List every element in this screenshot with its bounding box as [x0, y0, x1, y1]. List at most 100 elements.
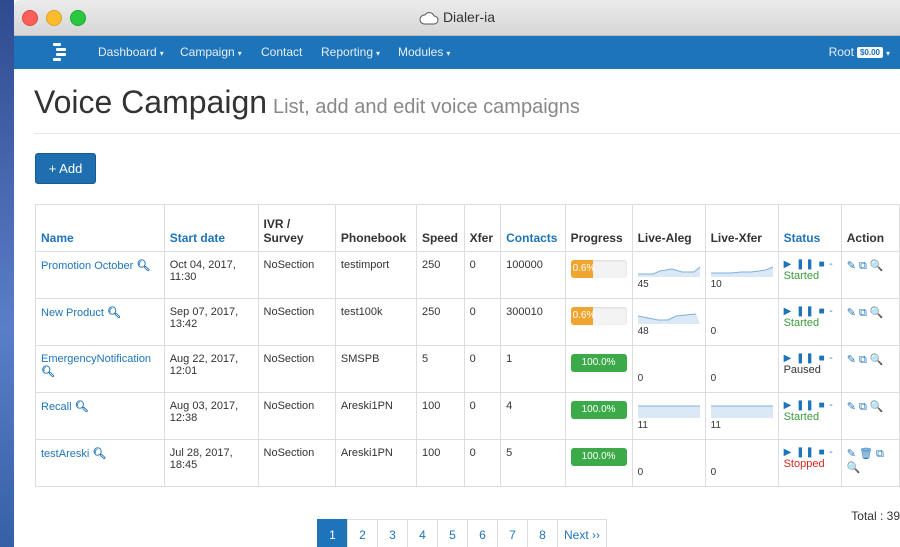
- status-cell: ▶ ❚❚ ■ - Started: [777, 392, 842, 440]
- page-3-button[interactable]: 3: [377, 519, 408, 547]
- play-pause-stop-controls[interactable]: ▶ ❚❚ ■ -: [784, 259, 836, 270]
- live-xfer-cell: 0: [704, 345, 779, 393]
- xfer-cell: 0: [463, 251, 502, 299]
- window-title: Dialer-ia: [14, 9, 900, 25]
- page-5-button[interactable]: 5: [437, 519, 468, 547]
- xfer-cell: 0: [463, 392, 502, 440]
- play-pause-stop-controls[interactable]: ▶ ❚❚ ■ -: [784, 306, 836, 317]
- live-aleg-value: 0: [637, 373, 644, 384]
- live-xfer-cell: 11: [704, 392, 779, 440]
- campaign-name-link[interactable]: New Product: [41, 307, 104, 319]
- xfer-cell: 0: [463, 298, 502, 346]
- page-subtitle: List, add and edit voice campaigns: [273, 96, 580, 118]
- page-4-button[interactable]: 4: [407, 519, 438, 547]
- speed-cell: 100: [415, 392, 465, 440]
- progress-bar: 0.6%: [570, 260, 627, 278]
- phonebook-cell: Areski1PN: [334, 392, 417, 440]
- live-aleg-cell: 11: [631, 392, 706, 440]
- status-cell: ▶ ❚❚ ■ - Started: [777, 298, 842, 346]
- live-aleg-cell: 0: [631, 439, 706, 487]
- action-cell: ✎ 🗑 ⧉ 🔍: [840, 439, 900, 487]
- live-xfer-value: 0: [710, 373, 717, 384]
- col-progress: Progress: [564, 204, 633, 252]
- search-icon[interactable]: 🔍︎: [107, 307, 121, 319]
- search-icon[interactable]: 🔍︎: [75, 401, 89, 413]
- action-cell: ✎ ⧉ 🔍: [840, 298, 900, 346]
- campaign-name-link[interactable]: testAreski: [41, 448, 89, 460]
- nav-contact[interactable]: Contact: [261, 45, 302, 59]
- page-1-button[interactable]: 1: [317, 519, 348, 547]
- sparkline-icon: [637, 313, 700, 324]
- page-2-button[interactable]: 2: [347, 519, 378, 547]
- search-icon[interactable]: 🔍︎: [41, 366, 55, 378]
- col-status[interactable]: Status: [777, 204, 842, 252]
- next-page-button[interactable]: Next ››: [557, 519, 607, 547]
- table-row: testAreski 🔍︎ Jul 28, 2017, 18:45 NoSect…: [35, 439, 900, 487]
- table-row: Promotion October 🔍︎ Oct 04, 2017, 11:30…: [35, 251, 900, 299]
- phonebook-cell: testimport: [334, 251, 417, 299]
- ivr-cell: NoSection: [257, 251, 336, 299]
- live-xfer-value: 10: [710, 279, 722, 290]
- browser-window: Dialer-ia Dashboard ▾ Campaign ▾ Contact R…: [14, 0, 900, 547]
- phonebook-cell: Areski1PN: [334, 439, 417, 487]
- campaign-name-cell[interactable]: EmergencyNotification 🔍︎: [35, 345, 165, 393]
- status-cell: ▶ ❚❚ ■ - Stopped: [777, 439, 842, 487]
- nav-dashboard[interactable]: Dashboard ▾: [98, 45, 164, 59]
- user-menu[interactable]: Root $0.00 ▾: [829, 45, 890, 59]
- desktop-background: [0, 0, 14, 547]
- nav-reporting[interactable]: Reporting ▾: [321, 45, 380, 59]
- campaign-name-link[interactable]: Promotion October: [41, 260, 133, 272]
- page-8-button[interactable]: 8: [527, 519, 558, 547]
- nav-campaign[interactable]: Campaign ▾: [180, 45, 242, 59]
- sparkline-icon: [637, 405, 700, 418]
- window-title-text: Dialer-ia: [442, 9, 496, 25]
- search-icon[interactable]: 🔍︎: [136, 260, 150, 272]
- campaign-name-link[interactable]: Recall: [41, 401, 72, 413]
- progress-cell: 100.0%: [564, 392, 633, 440]
- campaign-name-cell[interactable]: Promotion October 🔍︎: [35, 251, 165, 299]
- add-campaign-button[interactable]: + Add: [35, 153, 96, 184]
- col-ivr: IVR / Survey: [257, 204, 336, 252]
- ivr-cell: NoSection: [257, 392, 336, 440]
- campaign-name-cell[interactable]: Recall 🔍︎: [35, 392, 165, 440]
- live-xfer-cell: 0: [704, 298, 779, 346]
- campaign-table: Name Start date IVR / Survey Phonebook S…: [35, 204, 900, 487]
- page-header: Voice Campaign List, add and edit voice c…: [34, 84, 580, 121]
- col-live-xfer: Live-Xfer: [704, 204, 779, 252]
- col-start-date[interactable]: Start date: [163, 204, 259, 252]
- sparkline-icon: [710, 266, 773, 277]
- sparkline-icon: [710, 405, 773, 418]
- campaign-name-link[interactable]: EmergencyNotification: [41, 353, 151, 365]
- start-date-cell: Sep 07, 2017, 13:42: [163, 298, 259, 346]
- progress-bar: 100.0%: [570, 448, 627, 466]
- live-xfer-cell: 0: [704, 439, 779, 487]
- action-icons[interactable]: ✎ ⧉ 🔍: [847, 354, 884, 366]
- action-icons[interactable]: ✎ 🗑 ⧉ 🔍: [847, 448, 884, 474]
- play-pause-stop-controls[interactable]: ▶ ❚❚ ■ -: [784, 447, 836, 458]
- contacts-cell: 1: [500, 345, 566, 393]
- play-pause-stop-controls[interactable]: ▶ ❚❚ ■ -: [784, 400, 836, 411]
- live-xfer-cell: 10: [704, 251, 779, 299]
- live-xfer-value: 0: [710, 326, 717, 337]
- action-icons[interactable]: ✎ ⧉ 🔍: [847, 307, 884, 319]
- search-icon[interactable]: 🔍︎: [92, 448, 106, 460]
- campaign-name-cell[interactable]: testAreski 🔍︎: [35, 439, 165, 487]
- play-pause-stop-controls[interactable]: ▶ ❚❚ ■ -: [784, 353, 836, 364]
- nav-modules[interactable]: Modules ▾: [398, 45, 450, 59]
- action-icons[interactable]: ✎ ⧉ 🔍: [847, 260, 884, 272]
- table-row: EmergencyNotification 🔍︎ Aug 22, 2017, 1…: [35, 345, 900, 393]
- page-6-button[interactable]: 6: [467, 519, 498, 547]
- col-contacts[interactable]: Contacts: [500, 204, 566, 252]
- progress-cell: 100.0%: [564, 345, 633, 393]
- contacts-cell: 100000: [500, 251, 566, 299]
- campaign-name-cell[interactable]: New Product 🔍︎: [35, 298, 165, 346]
- col-name[interactable]: Name: [35, 204, 165, 252]
- progress-text: 0.6%: [572, 263, 596, 274]
- phonebook-cell: SMSPB: [334, 345, 417, 393]
- action-icons[interactable]: ✎ ⧉ 🔍: [847, 401, 884, 413]
- page-7-button[interactable]: 7: [497, 519, 528, 547]
- page-title: Voice Campaign: [34, 84, 268, 120]
- app-logo-icon[interactable]: [52, 42, 70, 62]
- progress-cell: 0.6%: [564, 251, 633, 299]
- col-phonebook: Phonebook: [334, 204, 417, 252]
